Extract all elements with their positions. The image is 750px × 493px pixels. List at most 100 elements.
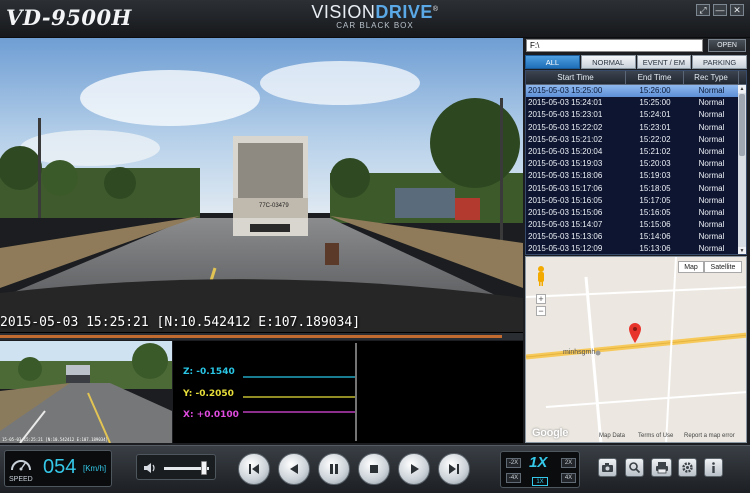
map-view[interactable]: + − Map Satellite minhsgmh Google Map Da… bbox=[525, 256, 747, 443]
end-time-cell: 15:24:01 bbox=[639, 110, 671, 120]
play-icon bbox=[411, 464, 419, 474]
title-bar: VD-9500H VISIONDRIVE® CAR BLACK BOX ⤢ — … bbox=[0, 0, 750, 38]
table-row[interactable]: 2015-05-03 15:17:06 15:18:05 Normal bbox=[526, 183, 746, 195]
open-button[interactable]: OPEN bbox=[708, 39, 746, 52]
end-time-cell: 15:18:05 bbox=[639, 183, 671, 193]
speed-unit: [Km/h] bbox=[83, 464, 107, 473]
end-time-cell: 15:21:02 bbox=[639, 146, 671, 156]
speedometer-icon bbox=[10, 455, 32, 478]
rec-type-cell: Normal bbox=[698, 98, 725, 108]
start-time-cell: 2015-05-03 15:25:00 bbox=[528, 86, 603, 95]
zoom-button[interactable] bbox=[625, 458, 644, 477]
terms-link[interactable]: Terms of Use bbox=[638, 433, 673, 439]
info-button[interactable] bbox=[704, 458, 723, 477]
main-video-view[interactable]: 77C-03479 2015-05-03 15:25:21 [N:10.5424… bbox=[0, 38, 523, 332]
rec-type-cell: Normal bbox=[698, 232, 725, 242]
scroll-thumb[interactable] bbox=[739, 94, 745, 156]
brand-vision: VISION bbox=[311, 2, 376, 22]
end-time-cell: 15:13:06 bbox=[639, 244, 671, 254]
table-row[interactable]: 2015-05-03 15:19:03 15:20:03 Normal bbox=[526, 158, 746, 170]
gear-icon bbox=[682, 462, 693, 473]
tab-normal[interactable]: NORMAL bbox=[580, 55, 636, 69]
table-row[interactable]: 2015-05-03 15:12:09 15:13:06 Normal bbox=[526, 243, 746, 254]
start-time-cell: 2015-05-03 15:20:04 bbox=[528, 146, 603, 156]
skip-previous-button[interactable] bbox=[238, 453, 270, 485]
printer-icon bbox=[655, 462, 668, 474]
path-input[interactable] bbox=[526, 39, 703, 52]
rear-camera-frame bbox=[0, 341, 172, 443]
col-end-time[interactable]: End Time bbox=[626, 71, 684, 84]
google-logo: Google bbox=[532, 427, 569, 439]
rec-type-cell: Normal bbox=[698, 146, 725, 156]
rewind-button[interactable] bbox=[278, 453, 310, 485]
map-place-label: minhsgmh bbox=[563, 349, 596, 356]
pause-button[interactable] bbox=[318, 453, 350, 485]
tab-all[interactable]: ALL bbox=[525, 55, 580, 69]
rear-video-view[interactable]: 15-05-03 15:25:21 [N:10.542412 E:107.189… bbox=[0, 341, 172, 443]
table-row[interactable]: 2015-05-03 15:18:06 15:19:03 Normal bbox=[526, 170, 746, 182]
close-button[interactable]: ✕ bbox=[730, 4, 744, 16]
zoom-out-button[interactable]: − bbox=[536, 306, 546, 316]
table-row[interactable]: 2015-05-03 15:15:06 15:16:05 Normal bbox=[526, 207, 746, 219]
report-error-link[interactable]: Report a map error bbox=[684, 433, 735, 439]
rec-type-cell: Normal bbox=[698, 110, 725, 120]
table-row[interactable]: 2015-05-03 15:13:06 15:14:06 Normal bbox=[526, 231, 746, 243]
rate-2x-button[interactable]: 2X bbox=[561, 458, 576, 468]
scroll-down-icon[interactable]: ▼ bbox=[738, 247, 746, 254]
table-row[interactable]: 2015-05-03 15:16:05 15:17:05 Normal bbox=[526, 195, 746, 207]
table-row[interactable]: 2015-05-03 15:21:02 15:22:02 Normal bbox=[526, 134, 746, 146]
table-row[interactable]: 2015-05-03 15:14:07 15:15:06 Normal bbox=[526, 219, 746, 231]
rec-type-cell: Normal bbox=[698, 134, 725, 144]
snapshot-button[interactable] bbox=[598, 458, 617, 477]
scroll-up-icon[interactable]: ▲ bbox=[738, 85, 746, 93]
volume-control[interactable] bbox=[136, 454, 216, 480]
skip-next-button[interactable] bbox=[438, 453, 470, 485]
playback-rate-value: 1X bbox=[529, 454, 548, 471]
map-type-button[interactable]: Map bbox=[678, 261, 704, 273]
truck-plate: 77C-03479 bbox=[259, 203, 289, 209]
table-row[interactable]: 2015-05-03 15:25:00 15:26:00 Normal bbox=[526, 85, 746, 98]
x-axis-value: X: +0.0100 bbox=[183, 410, 239, 420]
end-time-cell: 15:22:02 bbox=[639, 134, 671, 144]
list-scrollbar[interactable]: ▲ ▼ bbox=[738, 85, 746, 254]
seek-bar[interactable] bbox=[0, 332, 523, 340]
col-start-time[interactable]: Start Time bbox=[526, 71, 626, 84]
rate-minus-2x-button[interactable]: -2X bbox=[506, 458, 521, 468]
location-pin-icon bbox=[629, 323, 641, 348]
video-osd-timestamp: 2015-05-03 15:25:21 [N:10.542412 E:107.1… bbox=[0, 315, 361, 330]
volume-slider-handle[interactable] bbox=[200, 461, 207, 475]
minimize-button[interactable]: — bbox=[713, 4, 727, 16]
stop-icon bbox=[370, 465, 378, 473]
speaker-icon[interactable] bbox=[143, 461, 157, 480]
tab-parking[interactable]: PARKING bbox=[692, 55, 747, 69]
table-row[interactable]: 2015-05-03 15:24:01 15:25:00 Normal bbox=[526, 97, 746, 109]
magnifier-icon bbox=[629, 462, 641, 474]
recording-list[interactable]: Start Time End Time Rec Type 2015-05-03 … bbox=[525, 70, 747, 255]
play-button[interactable] bbox=[398, 453, 430, 485]
speed-label: SPEED bbox=[9, 476, 33, 483]
rear-osd-timestamp: 15-05-03 15:25:21 [N:10.542412 E:107.189… bbox=[2, 437, 108, 442]
table-row[interactable]: 2015-05-03 15:23:01 15:24:01 Normal bbox=[526, 109, 746, 121]
end-time-cell: 15:19:03 bbox=[639, 171, 671, 181]
rate-4x-button[interactable]: 4X bbox=[561, 473, 576, 483]
start-time-cell: 2015-05-03 15:12:09 bbox=[528, 244, 603, 254]
print-button[interactable] bbox=[651, 458, 672, 477]
settings-button[interactable] bbox=[678, 458, 697, 477]
tab-event[interactable]: EVENT / EM bbox=[636, 55, 692, 69]
street-view-icon[interactable] bbox=[536, 265, 546, 287]
rec-type-cell: Normal bbox=[698, 195, 725, 205]
rate-minus-4x-button[interactable]: -4X bbox=[506, 473, 521, 483]
front-camera-frame: 77C-03479 bbox=[0, 38, 523, 332]
satellite-type-button[interactable]: Satellite bbox=[704, 261, 742, 273]
rate-1x-button[interactable]: 1X bbox=[532, 477, 548, 486]
fullscreen-button[interactable]: ⤢ bbox=[696, 4, 710, 16]
table-row[interactable]: 2015-05-03 15:20:04 15:21:02 Normal bbox=[526, 146, 746, 158]
map-data-link[interactable]: Map Data bbox=[599, 433, 625, 439]
table-row[interactable]: 2015-05-03 15:22:02 15:23:01 Normal bbox=[526, 122, 746, 134]
stop-button[interactable] bbox=[358, 453, 390, 485]
playback-rate-panel: -2X 2X -4X 4X 1X 1X bbox=[500, 451, 580, 488]
zoom-in-button[interactable]: + bbox=[536, 294, 546, 304]
rec-type-cell: Normal bbox=[698, 159, 725, 169]
rewind-icon bbox=[290, 464, 298, 474]
col-rec-type[interactable]: Rec Type bbox=[684, 71, 739, 84]
